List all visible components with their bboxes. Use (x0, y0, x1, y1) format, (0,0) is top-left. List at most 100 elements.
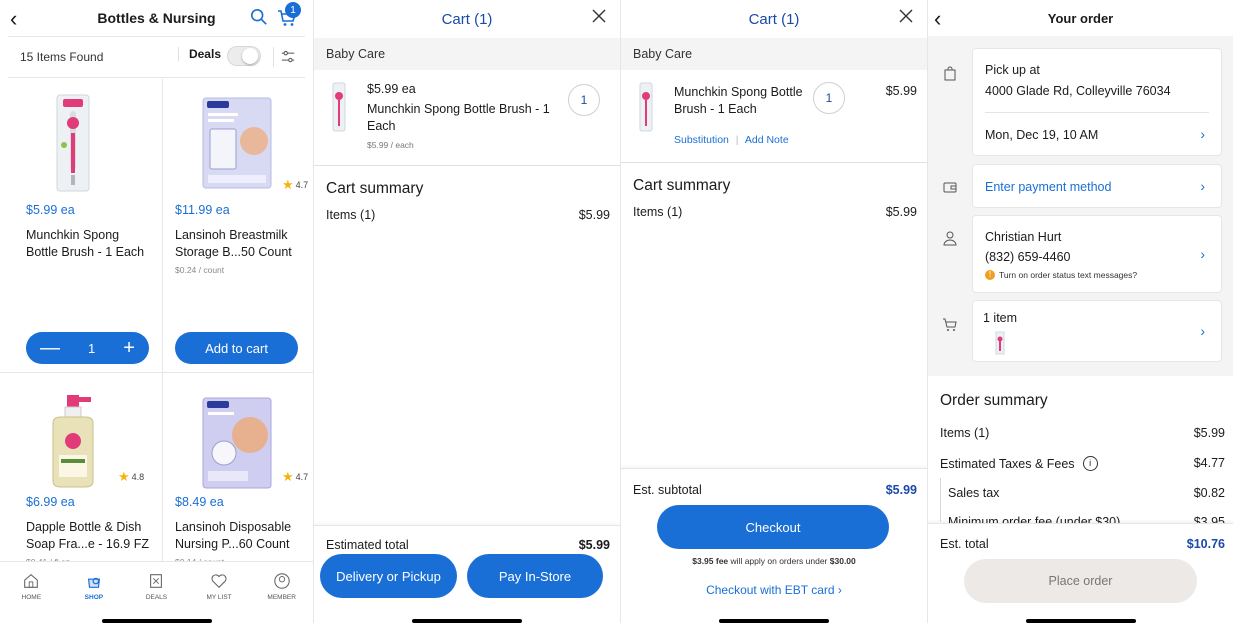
close-icon[interactable] (899, 9, 913, 23)
item-unit-price: $5.99 / each (367, 140, 414, 150)
product-image[interactable] (28, 93, 118, 193)
quantity-button[interactable]: 1 (813, 82, 845, 114)
pickup-time-row[interactable]: Mon, Dec 19, 10 AM › (973, 113, 1221, 157)
product-price: $6.99 ea (26, 495, 75, 509)
item-name[interactable]: Munchkin Spong Bottle Brush - 1 Each (367, 101, 567, 135)
deals-toggle[interactable] (227, 46, 261, 66)
quantity-stepper[interactable]: — 1 + (26, 332, 149, 364)
item-price: $5.99 ea (367, 82, 416, 96)
cart-title: Cart (1) (748, 10, 800, 28)
home-indicator (101, 619, 212, 623)
store-bag-icon (944, 66, 956, 81)
tab-home[interactable]: HOME (3, 572, 59, 601)
place-order-button[interactable]: Place order (964, 559, 1197, 603)
items-row: Items (1) $5.99 (940, 426, 1225, 440)
cart-header: Cart (1) (621, 0, 927, 38)
pay-in-store-button[interactable]: Pay In-Store (467, 554, 603, 598)
page-title: Your order (1047, 10, 1114, 26)
minimum-fee-note: $3.95 fee will apply on orders under $30… (692, 556, 856, 566)
cart-item[interactable]: $5.99 ea Munchkin Spong Bottle Brush - 1… (314, 70, 620, 166)
tab-my-list[interactable]: MY LIST (191, 572, 247, 601)
product-image[interactable] (28, 391, 118, 491)
decrement-button[interactable]: — (40, 337, 60, 360)
cart-summary-title: Cart summary (326, 180, 424, 197)
items-count: 1 item (983, 311, 1018, 325)
product-name[interactable]: Munchkin Spong Bottle Brush - 1 Each (26, 227, 154, 261)
product-card[interactable]: ★ 4.7 $8.49 ea Lansinoh Disposable Nursin… (163, 373, 313, 573)
product-rating: ★ 4.7 (282, 177, 309, 192)
item-price: $5.99 (885, 84, 917, 98)
cart-screen: Cart (1) Baby Care $5.99 ea Munchkin Spo… (313, 0, 620, 623)
add-note-link[interactable]: Add Note (745, 134, 789, 146)
product-image[interactable] (199, 393, 275, 493)
product-name[interactable]: Dapple Bottle & Dish Soap Fra...e - 16.9… (26, 519, 154, 553)
add-to-cart-button[interactable]: Add to cart (175, 332, 298, 364)
product-card[interactable]: ★ 4.8 $6.99 ea Dapple Bottle & Dish Soap … (0, 373, 156, 573)
back-icon[interactable]: ‹ (934, 6, 941, 32)
payment-method-link[interactable]: Enter payment method (985, 180, 1111, 194)
storage-bags-image (202, 97, 272, 189)
order-review-screen: ‹ Your order Pick up at 4000 Glade Rd, C… (927, 0, 1233, 623)
chevron-right-icon: › (1200, 178, 1205, 194)
cart-item[interactable]: Munchkin Spong Bottle Brush - 1 Each 1 $… (621, 70, 927, 163)
checkout-panel: Est. subtotal $5.99 Checkout $3.95 fee w… (621, 468, 927, 623)
fee-breakdown-line (940, 478, 941, 522)
product-price: $8.49 ea (175, 495, 224, 509)
quantity-button[interactable]: 1 (568, 84, 600, 116)
increment-button[interactable]: + (123, 337, 135, 360)
product-image[interactable] (199, 93, 275, 193)
search-icon[interactable] (250, 8, 268, 26)
chevron-right-icon: › (1200, 323, 1205, 339)
star-icon: ★ (282, 177, 294, 192)
tab-shop[interactable]: SHOP (66, 572, 122, 601)
bottom-tab-bar: HOME SHOP DEALS MY LIST MEMBER (0, 561, 313, 605)
info-icon[interactable]: i (1082, 456, 1098, 471)
items-row: Items (1) $5.99 (326, 208, 610, 222)
estimated-total-row: Estimated total $5.99 (326, 538, 610, 552)
delivery-or-pickup-button[interactable]: Delivery or Pickup (320, 554, 457, 598)
cart-count-badge: 1 (285, 2, 301, 18)
pickup-label: Pick up at (985, 63, 1040, 77)
checkout-panel: Estimated total $5.99 Delivery or Pickup… (314, 525, 620, 623)
warning-icon: ! (985, 270, 995, 280)
product-rating: ★ 4.8 (118, 469, 145, 484)
star-icon: ★ (118, 469, 130, 484)
item-name[interactable]: Munchkin Spong Bottle Brush - 1 Each (674, 84, 814, 118)
close-icon[interactable] (592, 9, 606, 23)
order-summary-title: Order summary (940, 392, 1048, 409)
chevron-right-icon: › (1200, 126, 1205, 142)
category-header: Baby Care (621, 38, 927, 70)
items-card[interactable]: 1 item › (972, 300, 1222, 362)
sales-tax-row: Sales tax $0.82 (948, 486, 1225, 500)
ebt-checkout-link[interactable]: Checkout with EBT card › (621, 583, 927, 597)
member-icon (273, 573, 290, 589)
product-thumbnail[interactable] (639, 82, 653, 132)
contact-card[interactable]: Christian Hurt (832) 659-4460 ! Turn on … (972, 215, 1222, 293)
dish-soap-image (52, 395, 94, 488)
payment-method-row[interactable]: Enter payment method › (972, 164, 1222, 208)
sms-notice[interactable]: ! Turn on order status text messages? (985, 270, 1137, 280)
order-header: ‹ Your order (928, 0, 1233, 36)
deals-icon (150, 574, 163, 588)
product-card[interactable]: ★ 4.7 $11.99 ea Lansinoh Breastmilk Stora… (163, 79, 313, 372)
product-card[interactable]: $5.99 ea Munchkin Spong Bottle Brush - 1… (0, 79, 156, 372)
cart-checkout-screen: Cart (1) Baby Care Munchkin Spong Bottle… (620, 0, 927, 623)
product-name[interactable]: Lansinoh Disposable Nursing P...60 Count (175, 519, 303, 553)
link-separator: | (735, 134, 739, 146)
product-thumbnail (995, 331, 1005, 355)
chevron-right-icon: › (1200, 246, 1205, 262)
star-icon: ★ (282, 469, 294, 484)
pickup-address[interactable]: 4000 Glade Rd, Colleyville 76034 (985, 84, 1171, 98)
home-icon (24, 573, 39, 588)
items-found-count: 15 Items Found (20, 50, 104, 64)
back-icon[interactable]: ‹ (10, 6, 17, 32)
tab-member[interactable]: MEMBER (254, 572, 310, 601)
product-name[interactable]: Lansinoh Breastmilk Storage B...50 Count (175, 227, 303, 261)
substitution-link[interactable]: Substitution (674, 134, 729, 146)
unit-price: $0.24 / count (175, 265, 225, 275)
tab-deals[interactable]: DEALS (128, 572, 184, 601)
checkout-button[interactable]: Checkout (657, 505, 889, 549)
product-thumbnail[interactable] (332, 82, 346, 132)
filter-sliders-icon[interactable] (273, 47, 295, 67)
product-price: $11.99 ea (175, 203, 230, 217)
